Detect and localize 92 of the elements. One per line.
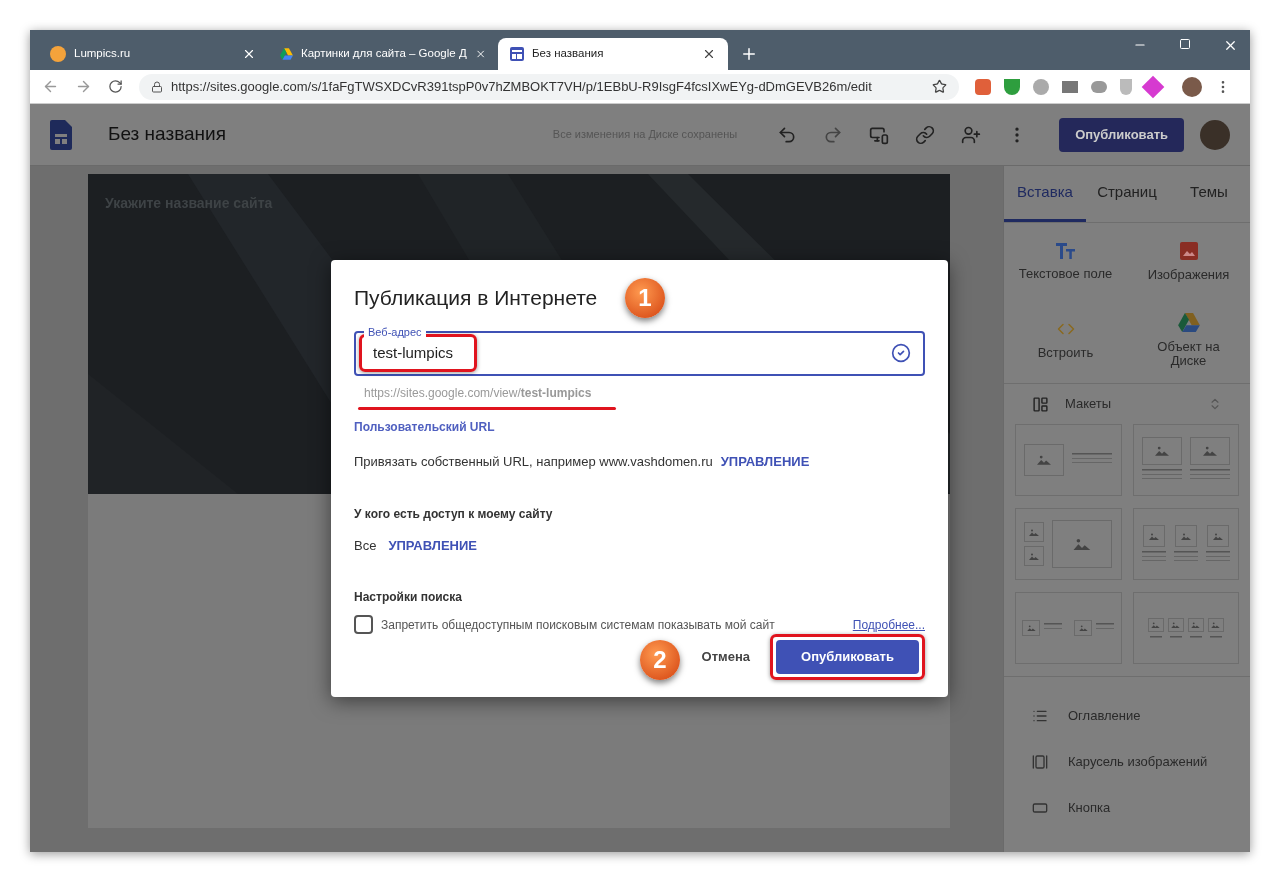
image-placeholder-icon — [1180, 532, 1191, 540]
text-lines-icon — [1173, 551, 1198, 563]
text-format-icon — [1055, 243, 1076, 259]
component-item[interactable]: Оглавление — [1004, 693, 1250, 739]
image-placeholder-icon — [1191, 621, 1201, 629]
button-shape-icon — [1032, 800, 1048, 816]
user-avatar[interactable] — [1200, 119, 1230, 150]
image-placeholder-icon — [1202, 446, 1217, 456]
image-placeholder-icon — [1148, 532, 1159, 540]
tab-title: Lumpics.ru — [74, 46, 132, 62]
image-placeholder-icon — [1171, 621, 1181, 629]
close-icon[interactable] — [242, 47, 256, 61]
field-value: test-lumpics — [373, 343, 454, 363]
cancel-button[interactable]: Отмена — [693, 639, 758, 675]
component-item[interactable]: Кнопка — [1004, 785, 1250, 831]
shield-icon[interactable] — [1004, 78, 1020, 95]
drive-icon — [1177, 312, 1200, 332]
sidebar-tab[interactable]: Вставка — [1004, 166, 1086, 222]
profile-avatar[interactable] — [1182, 76, 1202, 97]
insert-item[interactable]: Объект на Диске — [1127, 301, 1250, 379]
image-placeholder-icon — [1078, 624, 1088, 632]
share-icon[interactable] — [961, 124, 982, 145]
forward-icon[interactable] — [75, 78, 92, 95]
extension-icon[interactable] — [975, 78, 991, 95]
tab-title: Картинки для сайта – Google Д — [300, 46, 467, 62]
access-value: Все — [354, 536, 377, 555]
insert-item[interactable]: Текстовое поле — [1004, 223, 1127, 301]
sidebar-tab[interactable]: Страниц — [1086, 166, 1168, 222]
site-favicon-icon — [50, 46, 66, 62]
browser-tab[interactable]: Картинки для сайта – Google Д — [268, 38, 498, 70]
browser-tab[interactable]: Без названия — [498, 38, 728, 70]
address-bar[interactable]: https://sites.google.com/s/1faFgTWSXDCvR391tspP0v7hZMBOKT7VH/p/1EBbU-R9IsgF4fcsIXwEYg-dDmGEVB26m/edit — [139, 73, 959, 100]
new-tab-icon[interactable] — [740, 45, 758, 63]
link-icon[interactable] — [915, 124, 936, 145]
text-line-icon — [1209, 636, 1222, 638]
layout-thumbnail[interactable] — [1015, 424, 1122, 496]
sites-logo-icon — [50, 119, 72, 150]
redo-icon[interactable] — [823, 124, 844, 145]
text-lines-icon — [1141, 551, 1166, 563]
bookmark-star-icon[interactable] — [932, 79, 947, 94]
list-icon — [1032, 708, 1048, 724]
image-placeholder-icon — [1029, 552, 1040, 560]
close-icon[interactable] — [702, 47, 716, 61]
image-placeholder-icon — [1211, 621, 1221, 629]
component-item[interactable]: Карусель изображений — [1004, 739, 1250, 785]
reload-icon[interactable] — [108, 79, 123, 94]
layout-thumbnail[interactable] — [1132, 508, 1239, 580]
checkbox-label: Запретить общедоступным поисковым системам показывать мой сайт — [381, 616, 775, 634]
back-icon[interactable] — [42, 78, 59, 95]
layouts-icon — [1032, 395, 1049, 413]
insert-item[interactable]: Изображения — [1127, 223, 1250, 301]
image-placeholder-icon — [1026, 624, 1036, 632]
drive-icon — [280, 47, 293, 61]
browser-tab[interactable]: Lumpics.ru — [38, 38, 268, 70]
image-icon — [1179, 242, 1198, 260]
carousel-icon — [1032, 754, 1048, 770]
section-heading: Макеты — [1065, 395, 1112, 414]
image-placeholder-icon — [1037, 455, 1052, 465]
text-line-icon — [1189, 636, 1202, 638]
text-line-icon — [1149, 636, 1162, 638]
custom-url-link[interactable]: Пользовательский URL — [354, 418, 495, 436]
text-lines-icon — [1205, 551, 1230, 563]
document-title[interactable]: Без названия — [108, 120, 226, 149]
layout-thumbnail[interactable] — [1015, 508, 1122, 580]
dialog-title: Публикация в Интернете — [354, 285, 598, 311]
image-placeholder-icon — [1154, 446, 1169, 456]
custom-url-text: Привязать собственный URL, например www.vashdomen.ru — [354, 453, 713, 471]
insert-item[interactable]: Встроить — [1004, 301, 1127, 379]
layout-thumbnail[interactable] — [1132, 592, 1239, 664]
manage-link[interactable]: УПРАВЛЕНИЕ — [720, 452, 810, 472]
sites-icon — [510, 47, 524, 61]
manage-link[interactable]: УПРАВЛЕНИЕ — [388, 535, 477, 555]
image-placeholder-icon — [1151, 621, 1161, 629]
publish-button[interactable]: Опубликовать — [776, 640, 919, 674]
tab-title: Без названия — [532, 46, 605, 62]
sidebar-tab[interactable]: Темы — [1168, 166, 1250, 222]
image-placeholder-icon — [1029, 528, 1040, 536]
layout-thumbnail[interactable] — [1132, 424, 1239, 496]
lock-icon — [151, 80, 163, 93]
checkbox[interactable] — [354, 615, 373, 634]
image-placeholder-icon — [1212, 532, 1223, 540]
extension-icon[interactable] — [1091, 80, 1107, 93]
search-settings-heading: Настройки поиска — [354, 589, 463, 606]
site-url: https://sites.google.com/view/test-lumpics — [364, 385, 593, 402]
image-placeholder-icon — [1073, 537, 1092, 551]
layout-thumbnail[interactable] — [1015, 592, 1122, 664]
text-line-icon — [1169, 636, 1182, 638]
close-icon[interactable] — [1223, 38, 1238, 53]
publish-button[interactable]: Опубликовать — [1059, 117, 1184, 152]
access-heading: У кого есть доступ к моему сайту — [354, 505, 554, 523]
learn-more-link[interactable]: Подробнее... — [852, 615, 925, 634]
maximize-icon[interactable] — [1179, 38, 1191, 50]
